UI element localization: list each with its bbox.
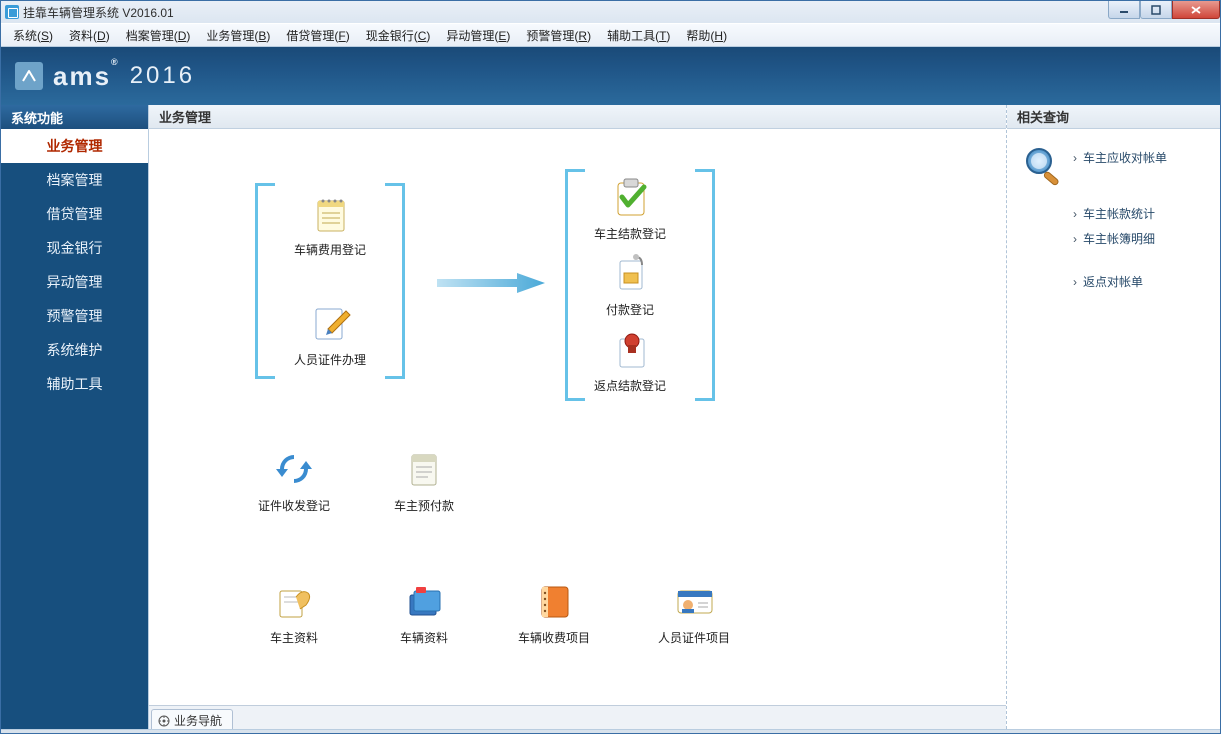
brand-banner: ams® 2016 xyxy=(1,47,1220,105)
menubar: 系统(S)资料(D)档案管理(D)业务管理(B)借贷管理(F)现金银行(C)异动… xyxy=(1,23,1220,47)
flow-arrow-icon xyxy=(437,271,547,298)
sidebar: 系统功能 业务管理档案管理借贷管理现金银行异动管理预警管理系统维护辅助工具 xyxy=(1,105,149,729)
flow-label: 车辆费用登记 xyxy=(294,241,366,258)
menu-帮助[interactable]: 帮助(H) xyxy=(678,24,735,47)
flow-label: 人员证件办理 xyxy=(294,351,366,368)
sidebar-item-异动管理[interactable]: 异动管理 xyxy=(1,265,148,299)
menu-异动管理[interactable]: 异动管理(E) xyxy=(438,24,518,47)
flow-label: 车主结款登记 xyxy=(594,225,666,242)
sidebar-item-系统维护[interactable]: 系统维护 xyxy=(1,333,148,367)
minimize-button[interactable] xyxy=(1108,1,1140,19)
flow-付款登记[interactable]: 付款登记 xyxy=(575,251,685,318)
bracket-right xyxy=(695,281,715,401)
flow-label: 车辆收费项目 xyxy=(518,629,590,646)
sidebar-item-辅助工具[interactable]: 辅助工具 xyxy=(1,367,148,401)
statusbar xyxy=(1,729,1220,733)
menu-业务管理[interactable]: 业务管理(B) xyxy=(198,24,278,47)
brand-year: 2016 xyxy=(130,62,195,90)
menu-预警管理[interactable]: 预警管理(R) xyxy=(518,24,599,47)
notepad-icon xyxy=(308,191,352,235)
flow-证件收发登记[interactable]: 证件收发登记 xyxy=(239,447,349,514)
menu-系统[interactable]: 系统(S) xyxy=(5,24,61,47)
stamp-doc-icon xyxy=(608,327,652,371)
tab-bar: 业务导航 xyxy=(149,705,1006,729)
tab-label: 业务导航 xyxy=(174,712,222,729)
center-title: 业务管理 xyxy=(149,105,1006,129)
menu-借贷管理[interactable]: 借贷管理(F) xyxy=(278,24,357,47)
query-link-车主帐款统计[interactable]: 车主帐款统计 xyxy=(1017,201,1210,226)
menu-档案管理[interactable]: 档案管理(D) xyxy=(118,24,199,47)
calendar-doc-icon xyxy=(402,447,446,491)
flow-label: 付款登记 xyxy=(606,301,654,318)
sidebar-title: 系统功能 xyxy=(1,105,148,129)
workflow-canvas: 车辆费用登记人员证件办理 车主结款登记付款登记返点结款登记证件收发登记 车主预付款车… xyxy=(149,129,1006,705)
notebook-icon xyxy=(532,579,576,623)
menu-资料[interactable]: 资料(D) xyxy=(61,24,118,47)
bracket-left xyxy=(255,283,275,379)
flow-人员证件办理[interactable]: 人员证件办理 xyxy=(275,301,385,368)
right-title: 相关查询 xyxy=(1007,105,1220,129)
window-title: 挂靠车辆管理系统 V2016.01 xyxy=(23,4,174,21)
titlebar: 挂靠车辆管理系统 V2016.01 xyxy=(1,1,1220,23)
query-link-车主帐簿明细[interactable]: 车主帐簿明细 xyxy=(1017,226,1210,251)
flow-label: 车主预付款 xyxy=(394,497,454,514)
tab-business-nav[interactable]: 业务导航 xyxy=(151,709,233,729)
hand-doc-icon xyxy=(272,579,316,623)
magnifier-icon xyxy=(1023,145,1067,192)
close-button[interactable] xyxy=(1172,1,1220,19)
brand-reg: ® xyxy=(111,57,120,67)
app-icon xyxy=(5,5,19,19)
flow-车主资料[interactable]: 车主资料 xyxy=(239,579,349,646)
logo-icon xyxy=(15,62,43,90)
flow-返点结款登记[interactable]: 返点结款登记 xyxy=(575,327,685,394)
sidebar-item-预警管理[interactable]: 预警管理 xyxy=(1,299,148,333)
flow-label: 返点结款登记 xyxy=(594,377,666,394)
brand-name: ams xyxy=(53,61,111,91)
id-card-icon xyxy=(672,579,716,623)
nav-icon xyxy=(158,715,170,727)
flow-车辆费用登记[interactable]: 车辆费用登记 xyxy=(275,191,385,258)
edit-doc-icon xyxy=(308,301,352,345)
right-panel: 相关查询 车主应收对帐单 车主帐款统计车主帐簿明细 返点对帐单 xyxy=(1006,105,1220,729)
clipboard-check-icon xyxy=(608,175,652,219)
maximize-button[interactable] xyxy=(1140,1,1172,19)
menu-辅助工具[interactable]: 辅助工具(T) xyxy=(599,24,678,47)
flow-label: 证件收发登记 xyxy=(258,497,330,514)
flow-车辆收费项目[interactable]: 车辆收费项目 xyxy=(499,579,609,646)
pay-doc-icon xyxy=(608,251,652,295)
query-link-返点对帐单[interactable]: 返点对帐单 xyxy=(1017,269,1210,294)
menu-现金银行[interactable]: 现金银行(C) xyxy=(358,24,439,47)
bracket-left xyxy=(385,283,405,379)
bracket-left xyxy=(385,183,405,283)
sidebar-item-现金银行[interactable]: 现金银行 xyxy=(1,231,148,265)
sidebar-item-档案管理[interactable]: 档案管理 xyxy=(1,163,148,197)
sidebar-item-业务管理[interactable]: 业务管理 xyxy=(1,129,148,163)
flow-label: 车辆资料 xyxy=(400,629,448,646)
flow-车主结款登记[interactable]: 车主结款登记 xyxy=(575,175,685,242)
bracket-left xyxy=(255,183,275,283)
flow-label: 人员证件项目 xyxy=(658,629,730,646)
bracket-right xyxy=(695,169,715,281)
folders-icon xyxy=(402,579,446,623)
sync-icon xyxy=(272,447,316,491)
flow-label: 车主资料 xyxy=(270,629,318,646)
flow-车辆资料[interactable]: 车辆资料 xyxy=(369,579,479,646)
sidebar-item-借贷管理[interactable]: 借贷管理 xyxy=(1,197,148,231)
flow-人员证件项目[interactable]: 人员证件项目 xyxy=(639,579,749,646)
flow-车主预付款[interactable]: 车主预付款 xyxy=(369,447,479,514)
